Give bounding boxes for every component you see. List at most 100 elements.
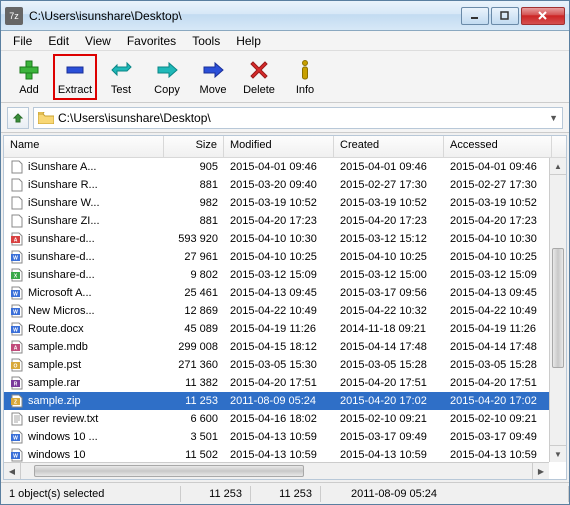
file-row[interactable]: Osample.pst271 3602015-03-05 15:302015-0… — [4, 356, 566, 374]
minimize-button[interactable] — [461, 7, 489, 25]
toolbar-move-button[interactable]: Move — [191, 54, 235, 100]
file-accessed: 2015-02-10 09:21 — [444, 412, 552, 426]
address-dropdown-icon[interactable]: ▼ — [549, 113, 558, 123]
file-size: 299 008 — [164, 340, 224, 354]
menu-favorites[interactable]: Favorites — [119, 32, 184, 50]
status-size1: 11 253 — [181, 486, 251, 502]
status-selection: 1 object(s) selected — [1, 486, 181, 502]
word-file-icon: W — [10, 286, 24, 300]
zip-file-icon: Z — [10, 394, 24, 408]
file-modified: 2015-03-19 10:52 — [224, 196, 334, 210]
close-button[interactable] — [521, 7, 565, 25]
outlook-file-icon: O — [10, 358, 24, 372]
file-row[interactable]: iSunshare R...8812015-03-20 09:402015-02… — [4, 176, 566, 194]
file-size: 12 869 — [164, 304, 224, 318]
file-modified: 2015-03-12 15:09 — [224, 268, 334, 282]
toolbar-test-button[interactable]: Test — [99, 54, 143, 100]
hscroll-thumb[interactable] — [34, 465, 304, 477]
file-name: iSunshare R... — [28, 179, 98, 191]
menu-bar: FileEditViewFavoritesToolsHelp — [1, 31, 569, 51]
svg-text:W: W — [13, 436, 18, 442]
file-name: windows 10 — [28, 449, 85, 461]
vscroll-thumb[interactable] — [552, 248, 564, 368]
file-size: 271 360 — [164, 358, 224, 372]
toolbar-copy-button[interactable]: Copy — [145, 54, 189, 100]
column-name[interactable]: Name — [4, 136, 164, 157]
svg-text:Z: Z — [14, 400, 17, 406]
file-row[interactable]: Wisunshare-d...27 9612015-04-10 10:25201… — [4, 248, 566, 266]
file-modified: 2015-04-20 17:23 — [224, 214, 334, 228]
vertical-scrollbar[interactable]: ▲ ▼ — [549, 158, 566, 462]
arrow-right-blue-icon — [201, 58, 225, 82]
file-created: 2015-03-12 15:00 — [334, 268, 444, 282]
up-button[interactable] — [7, 107, 29, 129]
file-row[interactable]: Wwindows 10 ...3 5012015-04-13 10:592015… — [4, 428, 566, 446]
toolbar-extract-button[interactable]: Extract — [53, 54, 97, 100]
file-modified: 2015-04-10 10:25 — [224, 250, 334, 264]
file-row[interactable]: Xisunshare-d...9 8022015-03-12 15:092015… — [4, 266, 566, 284]
toolbar-delete-button[interactable]: Delete — [237, 54, 281, 100]
scroll-up-button[interactable]: ▲ — [550, 158, 566, 175]
file-modified: 2015-04-20 17:51 — [224, 376, 334, 390]
file-size: 25 461 — [164, 286, 224, 300]
file-row[interactable]: user review.txt6 6002015-04-16 18:022015… — [4, 410, 566, 428]
file-name: New Micros... — [28, 305, 95, 317]
svg-text:W: W — [13, 292, 18, 298]
svg-text:W: W — [13, 328, 18, 334]
file-row[interactable]: WNew Micros...12 8692015-04-22 10:492015… — [4, 302, 566, 320]
toolbar-info-button[interactable]: Info — [283, 54, 327, 100]
window-title: C:\Users\isunshare\Desktop\ — [29, 9, 461, 23]
scroll-right-button[interactable]: ▶ — [532, 463, 549, 479]
file-modified: 2015-04-15 18:12 — [224, 340, 334, 354]
file-listing[interactable]: iSunshare A...9052015-04-01 09:462015-04… — [4, 158, 566, 479]
file-created: 2014-11-18 09:21 — [334, 322, 444, 336]
column-size[interactable]: Size — [164, 136, 224, 157]
file-created: 2015-04-20 17:23 — [334, 214, 444, 228]
file-row[interactable]: Aisunshare-d...593 9202015-04-10 10:3020… — [4, 230, 566, 248]
toolbar-label: Info — [296, 84, 314, 96]
address-text: C:\Users\isunshare\Desktop\ — [58, 111, 549, 125]
menu-help[interactable]: Help — [228, 32, 269, 50]
file-row[interactable]: iSunshare A...9052015-04-01 09:462015-04… — [4, 158, 566, 176]
file-row[interactable]: WRoute.docx45 0892015-04-19 11:262014-11… — [4, 320, 566, 338]
file-row[interactable]: Asample.mdb299 0082015-04-15 18:122015-0… — [4, 338, 566, 356]
file-modified: 2015-04-13 10:59 — [224, 448, 334, 462]
file-created: 2015-02-27 17:30 — [334, 178, 444, 192]
menu-file[interactable]: File — [5, 32, 40, 50]
svg-text:W: W — [13, 256, 18, 262]
maximize-button[interactable] — [491, 7, 519, 25]
file-row[interactable]: Zsample.zip11 2532011-08-09 05:242015-04… — [4, 392, 566, 410]
file-accessed: 2015-03-17 09:49 — [444, 430, 552, 444]
file-modified: 2015-04-16 18:02 — [224, 412, 334, 426]
file-size: 11 502 — [164, 448, 224, 462]
address-bar: C:\Users\isunshare\Desktop\ ▼ — [1, 103, 569, 133]
status-date: 2011-08-09 05:24 — [321, 486, 569, 502]
menu-view[interactable]: View — [77, 32, 119, 50]
file-name: sample.rar — [28, 377, 80, 389]
column-modified[interactable]: Modified — [224, 136, 334, 157]
horizontal-scrollbar[interactable]: ◀ ▶ — [4, 462, 549, 479]
file-row[interactable]: WMicrosoft A...25 4612015-04-13 09:45201… — [4, 284, 566, 302]
file-created: 2015-04-20 17:02 — [334, 394, 444, 408]
file-accessed: 2015-04-20 17:02 — [444, 394, 552, 408]
file-row[interactable]: iSunshare W...9822015-03-19 10:522015-03… — [4, 194, 566, 212]
title-bar[interactable]: 7z C:\Users\isunshare\Desktop\ — [1, 1, 569, 31]
file-size: 45 089 — [164, 322, 224, 336]
file-size: 881 — [164, 178, 224, 192]
column-created[interactable]: Created — [334, 136, 444, 157]
scroll-left-button[interactable]: ◀ — [4, 463, 21, 479]
file-row[interactable]: Rsample.rar11 3822015-04-20 17:512015-04… — [4, 374, 566, 392]
menu-edit[interactable]: Edit — [40, 32, 77, 50]
column-accessed[interactable]: Accessed — [444, 136, 552, 157]
file-size: 3 501 — [164, 430, 224, 444]
file-list: NameSizeModifiedCreatedAccessed iSunshar… — [3, 135, 567, 480]
scroll-down-button[interactable]: ▼ — [550, 445, 566, 462]
status-bar: 1 object(s) selected 11 253 11 253 2011-… — [1, 482, 569, 504]
word-file-icon: W — [10, 304, 24, 318]
file-file-icon — [10, 214, 24, 228]
menu-tools[interactable]: Tools — [184, 32, 228, 50]
toolbar-add-button[interactable]: Add — [7, 54, 51, 100]
file-created: 2015-04-14 17:48 — [334, 340, 444, 354]
address-field[interactable]: C:\Users\isunshare\Desktop\ ▼ — [33, 107, 563, 129]
file-row[interactable]: iSunshare ZI...8812015-04-20 17:232015-0… — [4, 212, 566, 230]
